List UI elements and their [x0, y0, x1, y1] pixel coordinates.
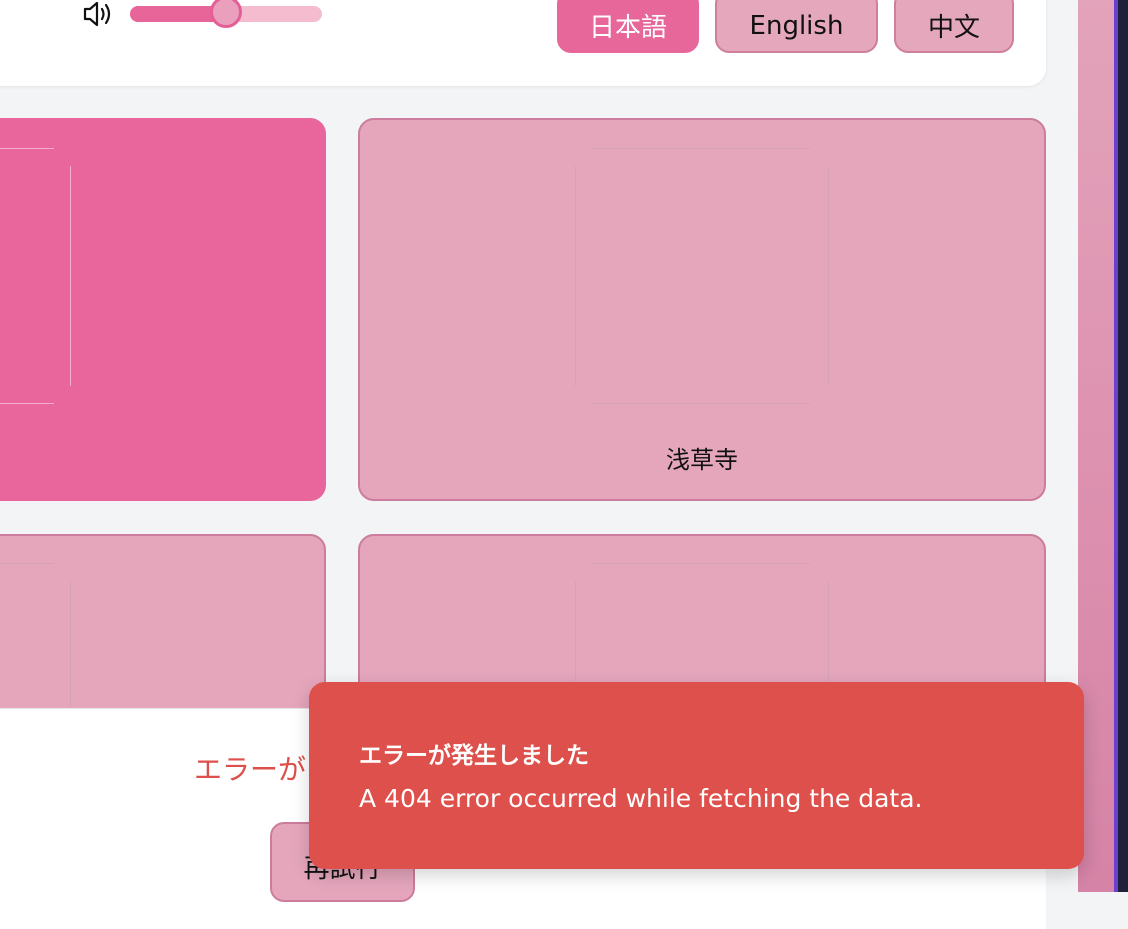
window-edge-accent [1114, 0, 1118, 892]
error-toast[interactable]: エラーが発生しました A 404 error occurred while fe… [309, 682, 1084, 869]
error-message: エラーが [194, 753, 307, 786]
language-button-japanese[interactable]: 日本語 [557, 0, 699, 53]
volume-slider[interactable] [130, 0, 322, 28]
spot-card[interactable]: 浅草寺 [358, 118, 1046, 501]
language-button-chinese[interactable]: 中文 [894, 0, 1014, 53]
toast-title: エラーが発生しました [359, 743, 589, 769]
volume-icon[interactable] [82, 0, 116, 28]
card-image [0, 148, 112, 404]
language-button-english[interactable]: English [715, 0, 878, 53]
card-label: ワー [0, 440, 324, 475]
card-image [575, 148, 829, 404]
toast-message: A 404 error occurred while fetching the … [359, 784, 923, 813]
card-label: 浅草寺 [666, 446, 738, 474]
spot-card[interactable]: ワー [0, 118, 326, 501]
